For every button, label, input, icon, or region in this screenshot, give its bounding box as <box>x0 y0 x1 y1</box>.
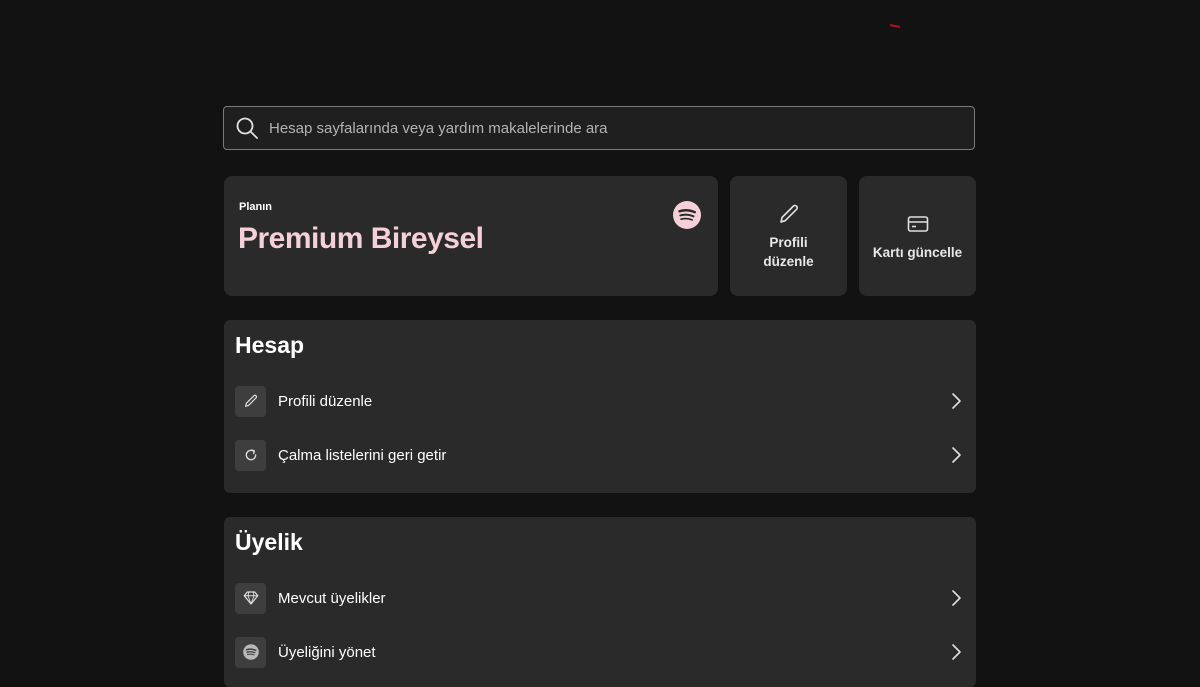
search-input[interactable]: Hesap sayfalarında veya yardım makaleler… <box>269 120 608 137</box>
account-section: Hesap Profili düzenle Çalma listelerini … <box>224 320 976 493</box>
plan-label: Planın <box>239 201 273 213</box>
plan-card: Planın Premium Bireysel <box>224 176 718 296</box>
edit-profile-card[interactable]: Profili düzenle <box>730 176 847 296</box>
update-card-card[interactable]: Kartı güncelle <box>859 176 976 296</box>
chevron-right-icon <box>946 642 966 662</box>
search-bar[interactable]: Hesap sayfalarında veya yardım makaleler… <box>223 106 975 150</box>
chevron-right-icon <box>946 445 966 465</box>
list-item-recover-playlists[interactable]: Çalma listelerini geri getir <box>224 428 976 482</box>
diamond-icon <box>235 582 266 614</box>
section-title: Hesap <box>235 332 305 358</box>
list-item-available-plans[interactable]: Mevcut üyelikler <box>224 571 976 625</box>
list-item-label: Mevcut üyelikler <box>278 589 386 607</box>
membership-section: Üyelik Mevcut üyelikler Üyeliğini yönet <box>224 517 976 687</box>
refresh-icon <box>235 439 266 471</box>
chevron-right-icon <box>946 588 966 608</box>
search-icon <box>235 116 259 140</box>
list-item-edit-profile[interactable]: Profili düzenle <box>224 374 976 428</box>
pencil-icon <box>235 385 266 417</box>
edit-profile-label: Profili düzenle <box>763 235 814 269</box>
update-card-label: Kartı güncelle <box>872 244 963 260</box>
pencil-icon <box>776 201 802 227</box>
list-item-label: Üyeliğini yönet <box>278 643 376 661</box>
plan-name: Premium Bireysel <box>238 222 484 255</box>
list-item-label: Profili düzenle <box>278 392 373 410</box>
list-item-label: Çalma listelerini geri getir <box>278 446 447 464</box>
spotify-icon <box>235 636 266 668</box>
spotify-icon <box>672 200 702 230</box>
card-icon <box>905 211 931 237</box>
chevron-right-icon <box>946 391 966 411</box>
section-title: Üyelik <box>235 529 303 555</box>
decorative-mark <box>889 24 901 28</box>
list-item-manage-plan[interactable]: Üyeliğini yönet <box>224 625 976 679</box>
